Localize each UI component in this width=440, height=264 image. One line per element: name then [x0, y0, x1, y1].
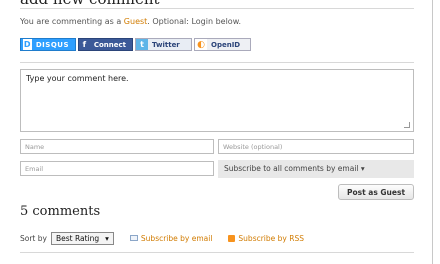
email-field[interactable]: Email — [20, 161, 214, 176]
name-field[interactable]: Name — [20, 139, 214, 154]
facebook-connect-label: Connect — [93, 40, 126, 49]
openid-login-label: OpenID — [211, 40, 241, 49]
comment-placeholder: Type your comment here. — [26, 74, 129, 83]
subscribe-email-label: Subscribe by email — [140, 233, 213, 243]
sort-by-label: Sort by — [20, 233, 47, 243]
openid-icon: ◐ — [195, 39, 207, 50]
openid-login-button[interactable]: ◐ OpenID — [194, 38, 251, 51]
mail-icon — [129, 235, 138, 241]
post-as-guest-button[interactable]: Post as Guest — [338, 184, 414, 200]
section-heading: add new comment — [20, 0, 160, 8]
subscribe-rss-link[interactable]: Subscribe by RSS — [228, 234, 304, 243]
disqus-icon: D — [23, 39, 32, 50]
resize-grip-icon[interactable] — [404, 122, 410, 128]
sort-select[interactable]: Best Rating ▾ — [50, 231, 114, 245]
divider — [20, 252, 414, 253]
facebook-icon: f — [79, 39, 90, 50]
disqus-login-button[interactable]: D DISQUS — [20, 38, 76, 51]
identity-prefix: You are commenting as a — [20, 17, 124, 26]
identity-suffix: . Optional: Login below. — [147, 17, 242, 26]
website-field[interactable]: Website (optional) — [218, 139, 414, 154]
subscribe-rss-label: Subscribe by RSS — [238, 233, 304, 243]
login-buttons: D DISQUS f Connect t Twitter ◐ OpenID — [20, 38, 251, 52]
guest-link[interactable]: Guest — [124, 17, 148, 26]
disqus-login-label: DISQUS — [35, 40, 69, 49]
sort-selected-value: Best Rating — [55, 233, 100, 243]
divider — [20, 62, 414, 63]
facebook-connect-button[interactable]: f Connect — [78, 38, 133, 51]
subscribe-email-link[interactable]: Subscribe by email — [129, 233, 213, 243]
twitter-login-label: Twitter — [152, 40, 180, 49]
twitter-icon: t — [136, 39, 148, 50]
identity-line: You are commenting as a Guest. Optional:… — [20, 17, 241, 26]
dropdown-arrow-icon: ▾ — [105, 233, 109, 243]
divider — [20, 8, 414, 9]
comment-textarea[interactable]: Type your comment here. — [20, 69, 414, 132]
subscribe-all-dropdown[interactable]: Subscribe to all comments by email ▾ — [218, 160, 414, 178]
twitter-login-button[interactable]: t Twitter — [135, 38, 192, 51]
comment-count: 5 comments — [20, 204, 101, 219]
comment-panel: add new comment You are commenting as a … — [0, 0, 433, 264]
sort-bar: Sort by Best Rating ▾ Subscribe by email… — [20, 231, 304, 245]
rss-icon — [228, 234, 236, 242]
